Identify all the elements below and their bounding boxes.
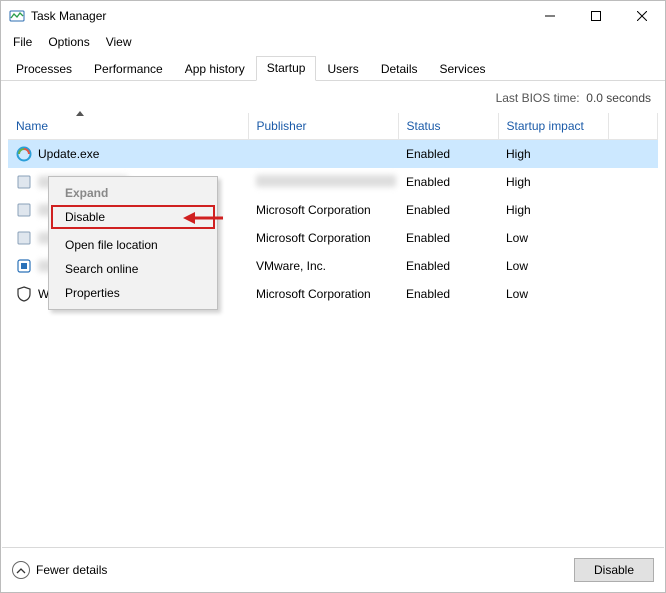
cell-status: Enabled [398, 168, 498, 196]
tab-processes[interactable]: Processes [5, 57, 83, 81]
cell-publisher [248, 168, 398, 196]
cell-status: Enabled [398, 196, 498, 224]
tab-strip: Processes Performance App history Startu… [1, 57, 665, 81]
cell-impact: High [498, 196, 608, 224]
cell-impact: High [498, 140, 608, 169]
bios-time-value: 0.0 seconds [586, 91, 651, 105]
ctx-search-online[interactable]: Search online [51, 257, 215, 281]
minimize-button[interactable] [527, 1, 573, 31]
footer-bar: Fewer details Disable [2, 547, 664, 591]
cell-name: Update.exe [8, 140, 248, 169]
window-title: Task Manager [31, 9, 106, 23]
bios-time-label: Last BIOS time: [496, 91, 580, 105]
tab-details[interactable]: Details [370, 57, 429, 81]
tab-startup[interactable]: Startup [256, 56, 317, 81]
bios-time-line: Last BIOS time: 0.0 seconds [1, 81, 665, 113]
vmware-icon [16, 258, 32, 274]
cell-status: Enabled [398, 252, 498, 280]
cell-publisher: Microsoft Corporation [248, 196, 398, 224]
table-row[interactable]: Update.exe EnabledHigh [8, 140, 658, 169]
cell-impact: Low [498, 252, 608, 280]
cell-publisher: Microsoft Corporation [248, 280, 398, 308]
column-header-impact[interactable]: Startup impact [498, 113, 608, 140]
column-header-name[interactable]: Name [8, 113, 248, 140]
column-header-status[interactable]: Status [398, 113, 498, 140]
tab-users[interactable]: Users [316, 57, 369, 81]
cell-extra [608, 224, 658, 252]
tab-performance[interactable]: Performance [83, 57, 174, 81]
menu-options[interactable]: Options [40, 32, 97, 52]
tab-services[interactable]: Services [429, 57, 497, 81]
cell-publisher: Microsoft Corporation [248, 224, 398, 252]
context-menu: Expand Disable Open file location Search… [48, 176, 218, 310]
ctx-expand: Expand [51, 181, 215, 205]
maximize-button[interactable] [573, 1, 619, 31]
menu-view[interactable]: View [98, 32, 140, 52]
menu-bar: File Options View [1, 31, 665, 53]
fewer-details-label: Fewer details [36, 563, 107, 577]
cell-status: Enabled [398, 140, 498, 169]
row-name-text: Update.exe [38, 147, 99, 161]
menu-file[interactable]: File [5, 32, 40, 52]
generic-icon [16, 230, 32, 246]
ctx-properties[interactable]: Properties [51, 281, 215, 305]
cell-status: Enabled [398, 280, 498, 308]
cell-extra [608, 280, 658, 308]
column-header-extra[interactable] [608, 113, 658, 140]
cell-extra [608, 168, 658, 196]
column-header-publisher[interactable]: Publisher [248, 113, 398, 140]
cell-extra [608, 252, 658, 280]
table-header-row: Name Publisher Status Startup impact [8, 113, 658, 140]
generic-icon [16, 174, 32, 190]
cell-extra [608, 140, 658, 169]
annotation-arrow-icon [183, 210, 223, 226]
shield-icon [16, 286, 32, 302]
cell-extra [608, 196, 658, 224]
title-bar: Task Manager [1, 1, 665, 31]
cell-status: Enabled [398, 224, 498, 252]
cell-publisher: VMware, Inc. [248, 252, 398, 280]
generic-icon [16, 202, 32, 218]
cell-impact: Low [498, 280, 608, 308]
update-icon [16, 146, 32, 162]
fewer-details-link[interactable]: Fewer details [12, 561, 107, 579]
close-button[interactable] [619, 1, 665, 31]
tab-app-history[interactable]: App history [174, 57, 256, 81]
cell-publisher [248, 140, 398, 169]
cell-impact: High [498, 168, 608, 196]
ctx-disable[interactable]: Disable [51, 205, 215, 229]
disable-button[interactable]: Disable [574, 558, 654, 582]
cell-impact: Low [498, 224, 608, 252]
chevron-up-icon [12, 561, 30, 579]
ctx-open-file-location[interactable]: Open file location [51, 233, 215, 257]
task-manager-icon [9, 8, 25, 24]
